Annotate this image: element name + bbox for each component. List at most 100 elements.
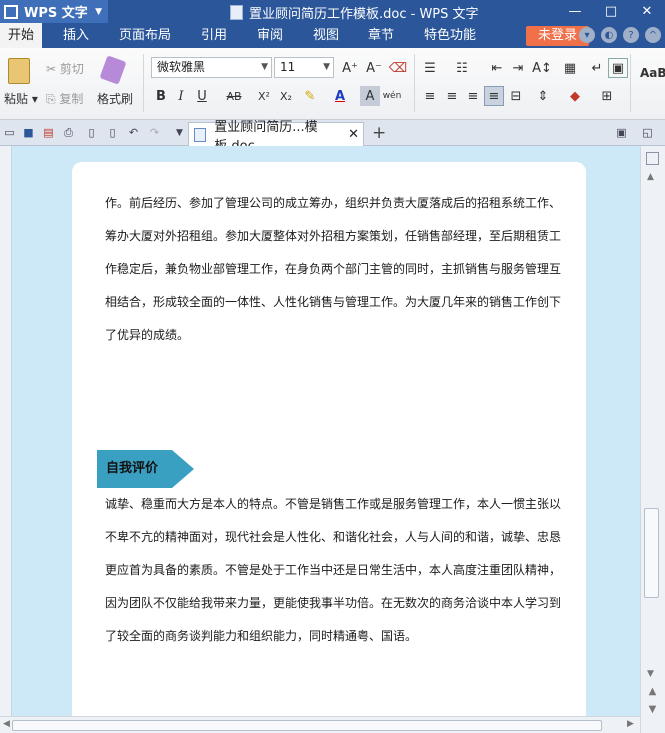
chevron-down-icon: ▼	[95, 6, 102, 17]
document-icon[interactable]: ▯	[105, 125, 120, 140]
paste-icon[interactable]	[8, 58, 30, 84]
tab-special-features[interactable]: 特色功能	[418, 23, 482, 48]
vertical-scrollbar[interactable]: ▲ ▼ ▲ ▼	[640, 146, 665, 733]
underline-icon[interactable]: U	[192, 86, 212, 106]
window-title-text: 置业顾问简历工作模板.doc - WPS 文字	[249, 7, 479, 22]
text-line: 了较全面的商务谈判能力和组织能力，同时精通粤、国语。	[105, 629, 418, 643]
chevron-down-icon: ▼	[323, 62, 330, 72]
highlight-icon[interactable]: ✎	[300, 86, 320, 106]
char-shading-icon[interactable]: A	[360, 86, 380, 106]
text-direction-icon[interactable]: A↕	[532, 58, 552, 78]
undo-icon[interactable]: ↶	[126, 125, 141, 140]
ruler-toggle-icon[interactable]	[646, 152, 659, 165]
decrease-indent-icon[interactable]: ⇤	[487, 58, 507, 78]
word-doc-icon	[194, 127, 207, 142]
scroll-thumb[interactable]	[644, 508, 659, 598]
show-marks-icon[interactable]: ↵	[587, 58, 607, 78]
section-heading-tag: 自我评价	[97, 450, 194, 488]
clear-format-icon[interactable]: ⌫	[388, 58, 408, 78]
tab-home[interactable]: 开始	[0, 23, 42, 48]
align-center-icon[interactable]: ≡	[442, 86, 462, 106]
superscript-icon[interactable]: X²	[254, 86, 274, 106]
italic-icon[interactable]: I	[171, 86, 191, 106]
scroll-left-icon[interactable]: ◀	[3, 719, 10, 729]
strikethrough-icon[interactable]: AB	[221, 86, 247, 106]
print-preview-icon[interactable]: ▯	[84, 125, 99, 140]
text-line: 诚挚、稳重而大方是本人的特点。不管是销售工作或是服务管理工作，本人一惯主张以	[105, 497, 562, 511]
tab-references[interactable]: 引用	[190, 23, 238, 48]
tab-review[interactable]: 审阅	[246, 23, 294, 48]
scroll-right-icon[interactable]: ▶	[627, 719, 634, 729]
maximize-button[interactable]: □	[593, 0, 629, 23]
save-icon[interactable]: ■	[21, 125, 36, 140]
justify-icon[interactable]: ≡	[484, 86, 504, 106]
tab-page-layout[interactable]: 页面布局	[113, 23, 177, 48]
text-line: 了优异的成绩。	[105, 328, 190, 342]
next-page-icon[interactable]: ▼	[646, 704, 659, 716]
collapse-ribbon-icon[interactable]: ^	[645, 27, 661, 43]
restore-icon[interactable]: ◱	[640, 125, 655, 140]
document-tab[interactable]: 置业顾问简历...模板.doc ✕	[188, 120, 364, 154]
bullets-icon[interactable]: ☰	[420, 58, 440, 78]
paragraph-self-evaluation: 诚挚、稳重而大方是本人的特点。不管是销售工作或是服务管理工作，本人一惯主张以 不…	[105, 488, 562, 653]
redo-icon[interactable]: ↷	[147, 125, 162, 140]
scroll-down-icon[interactable]: ▼	[647, 669, 654, 679]
previous-page-icon[interactable]: ▲	[646, 686, 659, 698]
increase-indent-icon[interactable]: ⇥	[508, 58, 528, 78]
window-controls: — □ ✕	[557, 0, 665, 23]
style-preview[interactable]: AaBb	[640, 66, 665, 80]
numbering-icon[interactable]: ☷	[452, 58, 472, 78]
font-color-icon[interactable]: A	[330, 86, 350, 106]
print-icon[interactable]: ⎙	[61, 125, 76, 140]
table-icon[interactable]: ▦	[560, 58, 580, 78]
subscript-icon[interactable]: X₂	[276, 86, 296, 106]
menu-bar: 开始 插入 页面布局 引用 审阅 视图 章节 特色功能 未登录 ▾ ◐ ? ^	[0, 23, 665, 48]
horizontal-scrollbar[interactable]: ◀ ▶	[0, 716, 640, 733]
skin-icon[interactable]: ▾	[579, 27, 595, 43]
font-size-select[interactable]: 11 ▼	[274, 57, 334, 78]
quick-access-bar: ▭ ■ ▤ ⎙ ▯ ▯ ↶ ↷ ▼ 置业顾问简历...模板.doc ✕ + ▣ …	[0, 120, 665, 154]
feedback-icon[interactable]: ◐	[601, 27, 617, 43]
borders-icon[interactable]: ⊞	[597, 86, 617, 106]
shrink-font-icon[interactable]: A⁻	[364, 58, 384, 78]
paragraph-shading-icon[interactable]: ◆	[565, 86, 585, 106]
tab-view[interactable]: 视图	[302, 23, 350, 48]
align-right-icon[interactable]: ≡	[463, 86, 483, 106]
format-painter-icon[interactable]	[99, 55, 127, 85]
new-tab-button[interactable]: +	[372, 123, 386, 143]
open-folder-icon[interactable]: ▭	[2, 125, 17, 140]
phonetic-guide-icon[interactable]: wén	[382, 86, 402, 106]
cut-button[interactable]: ✂ 剪切	[46, 60, 84, 77]
text-line: 作。前后经历、参加了管理公司的成立筹办，组织并负责大厦落成后的招租系统工作、	[105, 196, 562, 210]
format-painter-button[interactable]: 格式刷	[97, 90, 133, 107]
line-spacing-icon[interactable]: ⇕	[533, 86, 553, 106]
paste-button[interactable]: 粘贴 ▾	[4, 90, 38, 107]
close-tab-icon[interactable]: ✕	[348, 127, 359, 142]
style-gallery-icon[interactable]: ▣	[608, 58, 628, 78]
grow-font-icon[interactable]: A⁺	[340, 58, 360, 78]
distributed-icon[interactable]: ⊟	[506, 86, 526, 106]
font-family-select[interactable]: 微软雅黑 ▼	[151, 57, 272, 78]
word-doc-icon	[230, 5, 243, 20]
app-menu-button[interactable]: WPS 文字 ▼	[0, 0, 108, 23]
copy-button[interactable]: ⎘ 复制	[46, 90, 83, 107]
text-line: 相结合，形成较全面的一体性、人性化销售与管理工作。为大厦几年来的销售工作创下	[105, 295, 562, 309]
close-button[interactable]: ✕	[629, 0, 665, 23]
paragraph-work-experience: 作。前后经历、参加了管理公司的成立筹办，组织并负责大厦落成后的招租系统工作、 筹…	[105, 187, 562, 352]
text-line: 作稳定后，兼负物业部管理工作，在身负两个部门主管的同时，主抓销售与服务管理互	[105, 262, 562, 276]
help-icon[interactable]: ?	[623, 27, 639, 43]
scroll-up-icon[interactable]: ▲	[647, 172, 654, 182]
customize-qat-icon[interactable]: ▼	[172, 125, 187, 140]
bold-icon[interactable]: B	[151, 86, 171, 106]
align-left-icon[interactable]: ≡	[420, 86, 440, 106]
text-line: 筹办大厦对外招租组。参加大厦整体对外招租方案策划，任销售部经理，至后期租赁工	[105, 229, 562, 243]
export-pdf-icon[interactable]: ▤	[41, 125, 56, 140]
tab-insert[interactable]: 插入	[52, 23, 100, 48]
minimize-button[interactable]: —	[557, 0, 593, 23]
horizontal-scroll-thumb[interactable]	[12, 720, 602, 731]
tab-list-icon[interactable]: ▣	[614, 125, 629, 140]
section-heading: 自我评价	[97, 450, 172, 488]
tab-chapter[interactable]: 章节	[357, 23, 405, 48]
document-page[interactable]: 作。前后经历、参加了管理公司的成立筹办，组织并负责大厦落成后的招租系统工作、 筹…	[72, 162, 586, 716]
separator	[630, 54, 631, 112]
